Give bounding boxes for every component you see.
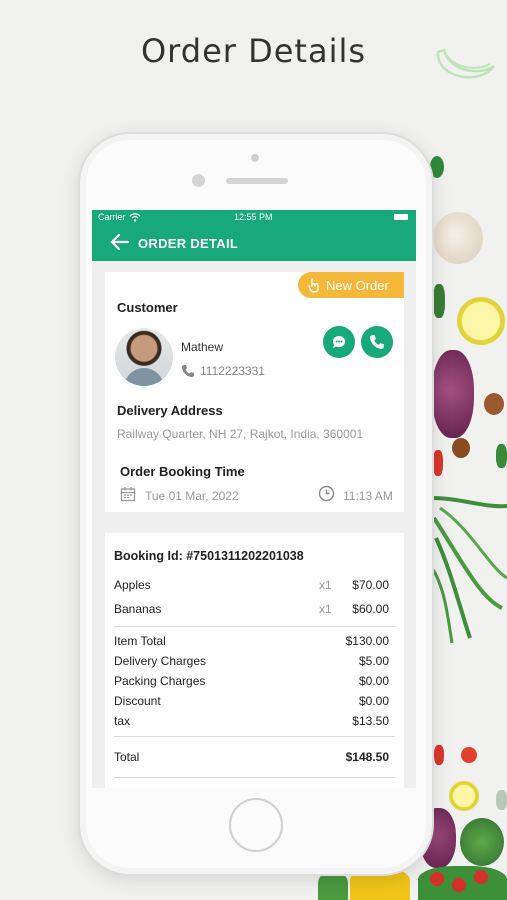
speaker-grille [226, 178, 288, 184]
app-bar: ORDER DETAIL [92, 224, 416, 261]
call-button[interactable] [361, 326, 393, 358]
phone-icon [370, 335, 384, 349]
charge-row: tax $13.50 [114, 714, 394, 728]
status-bar: Carrier 12:55 PM [92, 210, 416, 224]
total-label: Total [114, 750, 140, 764]
charge-amount: $0.00 [358, 694, 389, 708]
divider [114, 777, 395, 778]
charge-row: Discount $0.00 [114, 694, 394, 708]
charge-label: Discount [114, 694, 161, 708]
booking-time: 11:13 AM [343, 489, 393, 503]
app-screen: Carrier 12:55 PM ORDER DETAIL New Order [92, 210, 416, 788]
charge-amount: $5.00 [358, 654, 389, 668]
divider [114, 736, 395, 737]
charge-amount: $130.00 [345, 634, 389, 648]
order-info-card: New Order Customer Mathew 1112223331 Del… [105, 272, 404, 512]
customer-phone: 1112223331 [200, 364, 265, 378]
charge-label: Delivery Charges [114, 654, 207, 668]
booking-time-heading: Order Booking Time [120, 464, 245, 479]
hand-icon [308, 278, 319, 293]
status-time: 12:55 PM [234, 212, 273, 222]
app-bar-title: ORDER DETAIL [138, 236, 239, 251]
item-row: Bananas x1 $60.00 [114, 602, 394, 616]
charge-row: Item Total $130.00 [114, 634, 394, 648]
phone-frame: Carrier 12:55 PM ORDER DETAIL New Order [78, 132, 434, 876]
front-camera [192, 174, 205, 187]
delivery-heading: Delivery Address [117, 403, 223, 418]
total-amount: $148.50 [345, 750, 389, 764]
phone-small-icon [182, 365, 194, 377]
chat-icon [333, 336, 345, 348]
new-order-badge: New Order [298, 272, 404, 298]
item-row: Apples x1 $70.00 [114, 578, 394, 592]
customer-heading: Customer [117, 300, 178, 315]
booking-id: Booking Id: #7501311202201038 [114, 549, 304, 563]
clock-icon [318, 485, 335, 502]
camera-dot [251, 154, 259, 162]
order-summary-card: Booking Id: #7501311202201038 Apples x1 … [105, 533, 404, 788]
new-order-label: New Order [326, 278, 389, 293]
charge-amount: $13.50 [352, 714, 389, 728]
avatar [115, 328, 173, 386]
delivery-address: Railway Quarter, NH 27, Rajkot, India, 3… [117, 427, 364, 441]
arrow-left-icon[interactable] [110, 230, 130, 254]
item-amount: $60.00 [352, 602, 389, 616]
item-amount: $70.00 [352, 578, 389, 592]
wifi-icon [129, 213, 141, 222]
item-qty: x1 [319, 578, 332, 592]
customer-name: Mathew [181, 340, 224, 354]
total-row: Total $148.50 [114, 750, 394, 764]
item-name: Bananas [114, 602, 162, 616]
booking-date: Tue 01 Mar, 2022 [145, 489, 239, 503]
carrier-label: Carrier [98, 212, 126, 222]
charge-row: Delivery Charges $5.00 [114, 654, 394, 668]
home-button[interactable] [229, 798, 283, 852]
charge-label: Item Total [114, 634, 166, 648]
calendar-icon [120, 487, 136, 502]
charge-row: Packing Charges $0.00 [114, 674, 394, 688]
charge-label: tax [114, 714, 131, 728]
item-name: Apples [114, 578, 151, 592]
item-qty: x1 [319, 602, 332, 616]
chat-button[interactable] [323, 326, 355, 358]
charge-label: Packing Charges [114, 674, 206, 688]
charge-amount: $0.00 [358, 674, 389, 688]
divider [114, 626, 395, 627]
battery-icon [394, 214, 408, 220]
banana-decoration [436, 48, 496, 79]
